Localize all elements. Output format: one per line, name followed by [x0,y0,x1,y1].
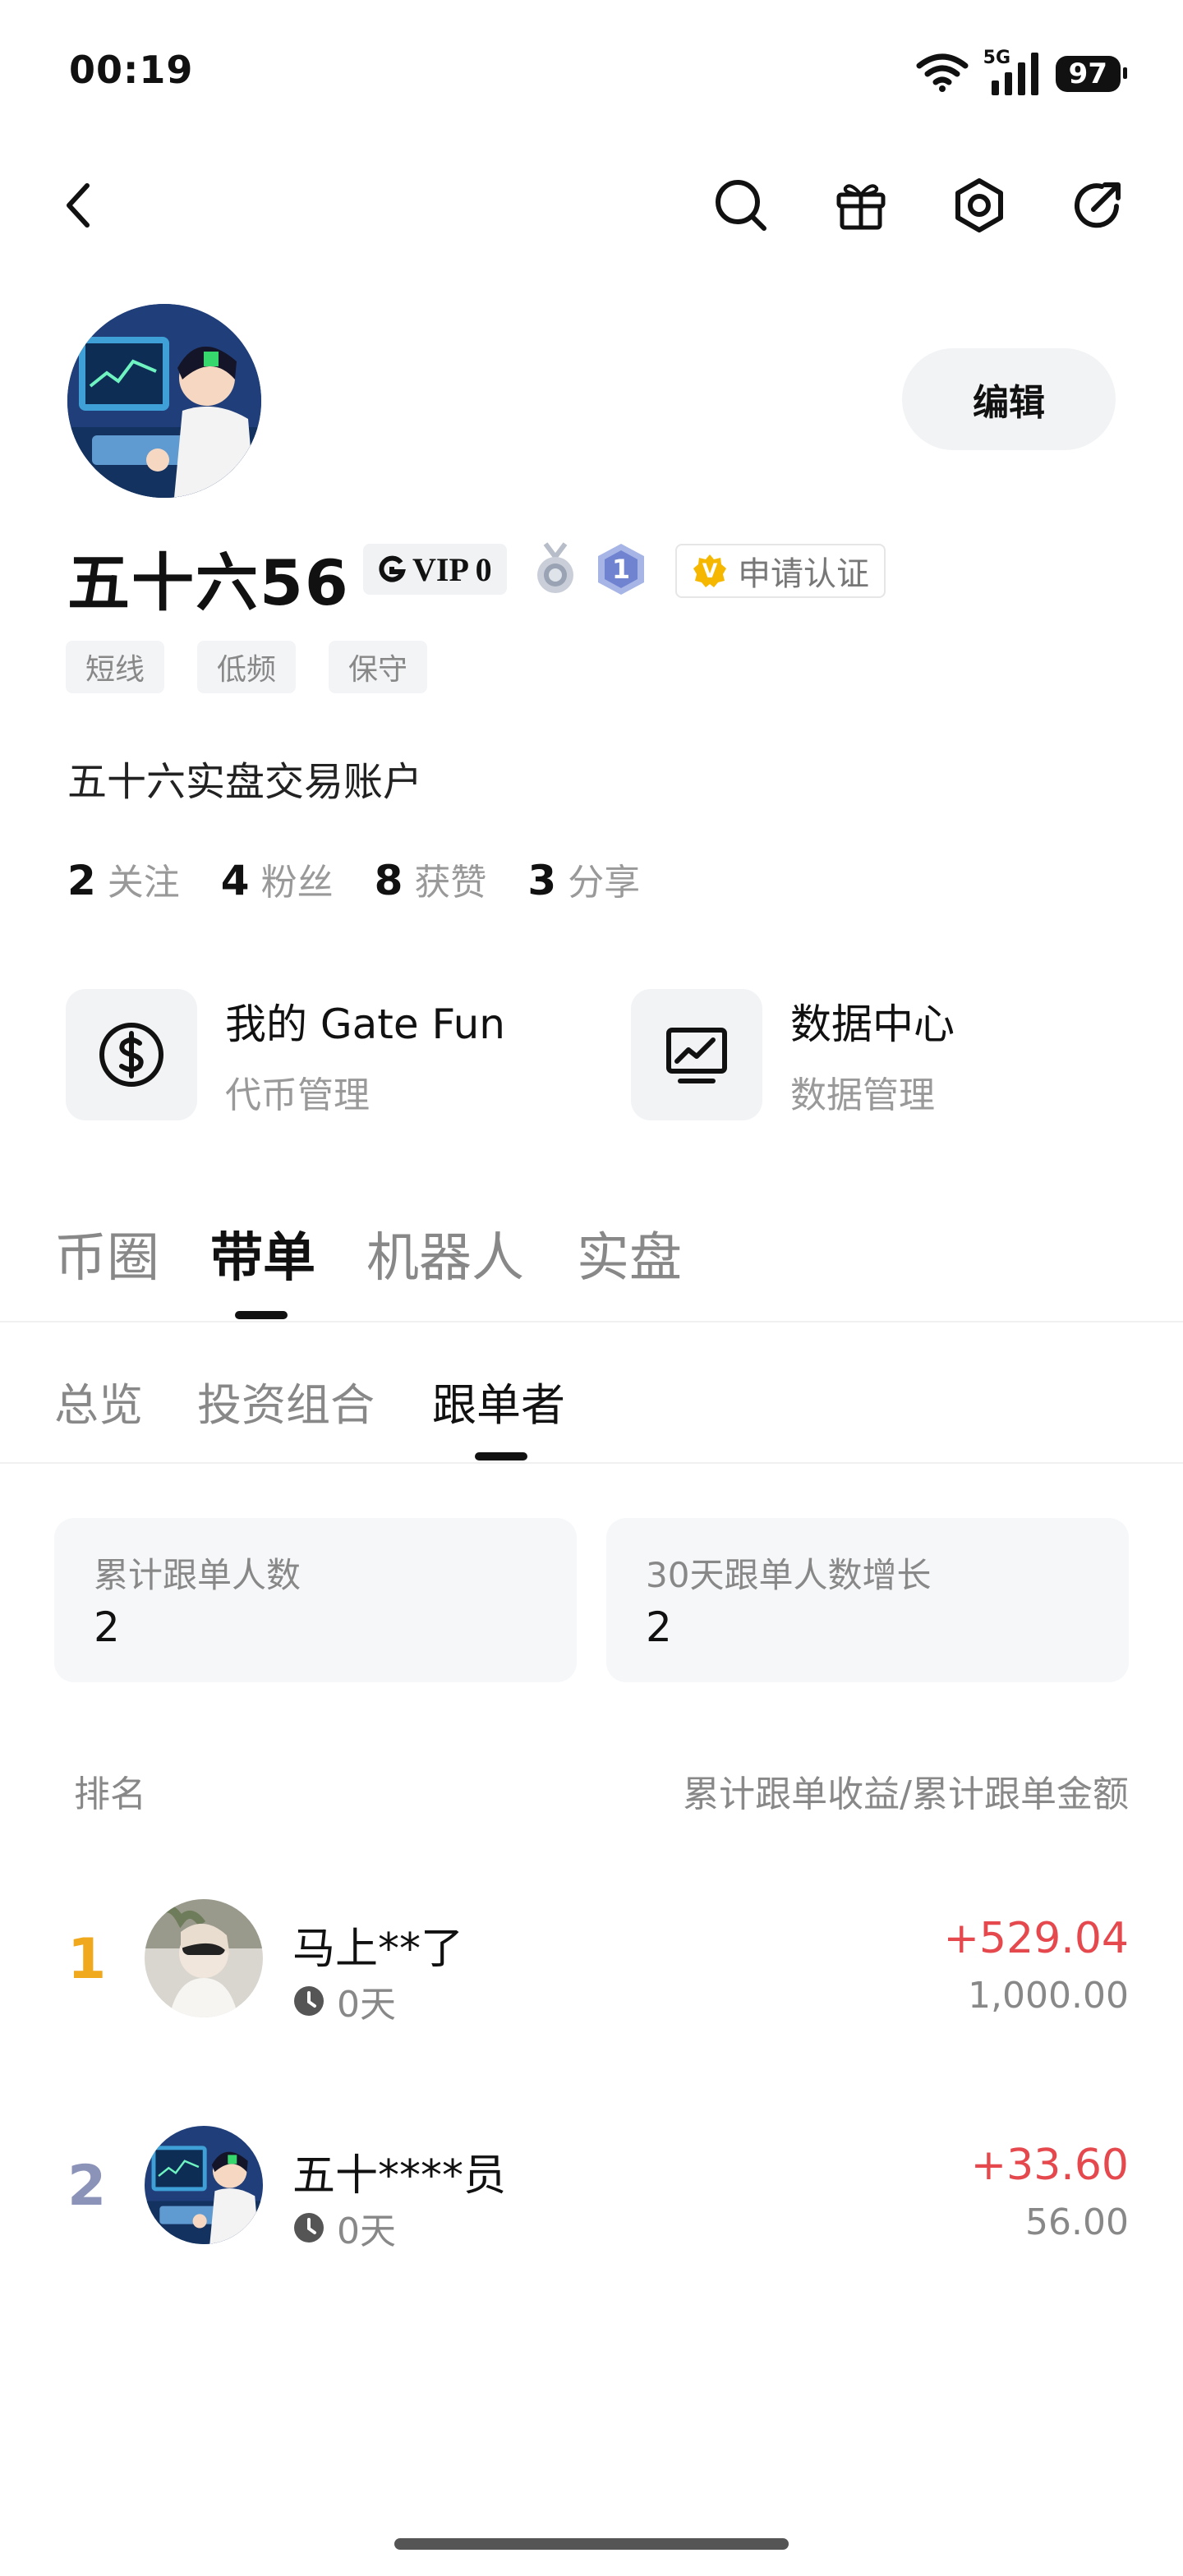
tab-live-trading[interactable]: 实盘 [577,1216,682,1291]
cumulative-amount: 56.00 [1025,2201,1129,2243]
chevron-left-icon [67,183,90,228]
vip-level: VIP 0 [412,550,492,588]
rank-header: 排名 [74,1773,146,1815]
home-indicator[interactable] [394,2538,789,2550]
stat-label: 关注 [107,862,180,904]
hexagon-settings-icon [955,178,1003,232]
follower-avatar [145,1899,263,2017]
subtab-indicator [475,1452,527,1460]
rank-number: 1 [67,1927,107,1992]
tab-crypto-circle[interactable]: 币圈 [54,1216,159,1291]
tag-short-term: 短线 [66,641,165,693]
share-icon [1075,182,1121,228]
cumulative-profit: +529.04 [943,1914,1129,1963]
vip-badge[interactable]: VIP 0 [363,544,507,595]
divider [0,1462,1183,1464]
total-followers-card: 累计跟单人数 2 [54,1518,577,1682]
subtab-portfolio[interactable]: 投资组合 [197,1368,375,1433]
stat-label: 获赞 [414,862,487,904]
wifi-icon [916,53,969,95]
avatar-illustration [67,304,261,498]
cumulative-amount: 1,000.00 [968,1975,1129,2017]
summary-label: 累计跟单人数 [94,1555,302,1595]
stat-likes[interactable]: 8 获赞 [375,853,487,905]
follow-duration: 0天 [292,2201,396,2254]
data-center-card[interactable]: 数据中心 数据管理 [631,989,955,1120]
rank-number: 2 [67,2154,107,2219]
bio: 五十六实盘交易账户 [67,759,423,805]
search-icon [716,180,766,231]
gift-icon [836,184,886,230]
apply-verification-button[interactable]: V 申请认证 [675,544,886,598]
stat-followers[interactable]: 4 粉丝 [221,853,334,905]
stat-number: 2 [67,857,96,904]
share-button[interactable] [1065,172,1130,238]
stat-label: 分享 [568,862,641,904]
table-row[interactable]: 1 马上**了 0天 +529.04 1,000.00 [0,1889,1183,2037]
follow-duration: 0天 [292,1975,396,2027]
card-title: 我的 Gate Fun [225,1000,505,1048]
gate-logo-icon [379,555,406,582]
edit-profile-button[interactable]: 编辑 [902,348,1116,450]
settings-button[interactable] [946,172,1012,238]
tab-indicator [235,1311,288,1319]
level-shield-badge[interactable]: 1 [595,542,647,600]
avatar[interactable] [67,304,261,498]
verify-label: 申请认证 [738,555,869,593]
days-value: 0天 [337,2210,396,2252]
card-subtitle: 数据管理 [790,1074,935,1116]
gate-fun-card[interactable]: 我的 Gate Fun 代币管理 [66,989,505,1120]
level-number: 1 [611,554,631,585]
gift-button[interactable] [828,172,894,238]
tag-conservative: 保守 [329,641,428,693]
followers-growth-card: 30天跟单人数增长 2 [606,1518,1129,1682]
tag-low-frequency: 低频 [197,641,297,693]
follower-avatar [145,2126,263,2244]
stat-number: 4 [220,857,250,904]
profile-stats: 2 关注 4 粉丝 8 获赞 3 分享 [67,853,640,905]
divider [0,1321,1183,1322]
status-time: 00:19 [69,48,194,92]
stat-shares[interactable]: 3 分享 [527,853,640,905]
follower-name: 五十****员 [292,2151,507,2201]
stat-number: 3 [527,857,557,904]
chart-monitor-icon [631,989,762,1120]
search-button[interactable] [708,172,774,238]
battery-indicator: 97 [1055,56,1128,92]
days-value: 0天 [337,1984,396,2026]
silver-medal-icon[interactable] [532,542,578,600]
stat-label: 粉丝 [260,862,334,904]
cellular-signal-icon: 5G [983,48,1041,97]
table-row[interactable]: 2 五十****员 0天 +33.60 56.00 [0,2116,1183,2264]
subtab-overview[interactable]: 总览 [54,1368,143,1433]
tab-bots[interactable]: 机器人 [366,1216,524,1291]
back-button[interactable] [46,172,112,238]
clock-icon [294,2213,324,2242]
clock-icon [294,1986,324,2016]
tab-copy-trading-lead[interactable]: 带单 [210,1216,315,1291]
subtab-followers[interactable]: 跟单者 [432,1368,565,1433]
cumulative-profit: +33.60 [970,2141,1129,2190]
dollar-coin-icon [66,989,197,1120]
summary-value: 2 [646,1603,672,1651]
profit-amount-header: 累计跟单收益/累计跟单金额 [683,1773,1129,1815]
status-icons: 5G 97 [916,48,1128,97]
card-title: 数据中心 [790,1000,955,1048]
card-subtitle: 代币管理 [225,1074,370,1116]
follower-name: 马上**了 [292,1925,464,1974]
summary-value: 2 [94,1603,120,1651]
summary-label: 30天跟单人数增长 [646,1555,932,1595]
verified-badge-icon: V [692,553,728,589]
username: 五十六56 [67,546,350,619]
stat-number: 8 [374,857,403,904]
stat-following[interactable]: 2 关注 [67,853,180,905]
